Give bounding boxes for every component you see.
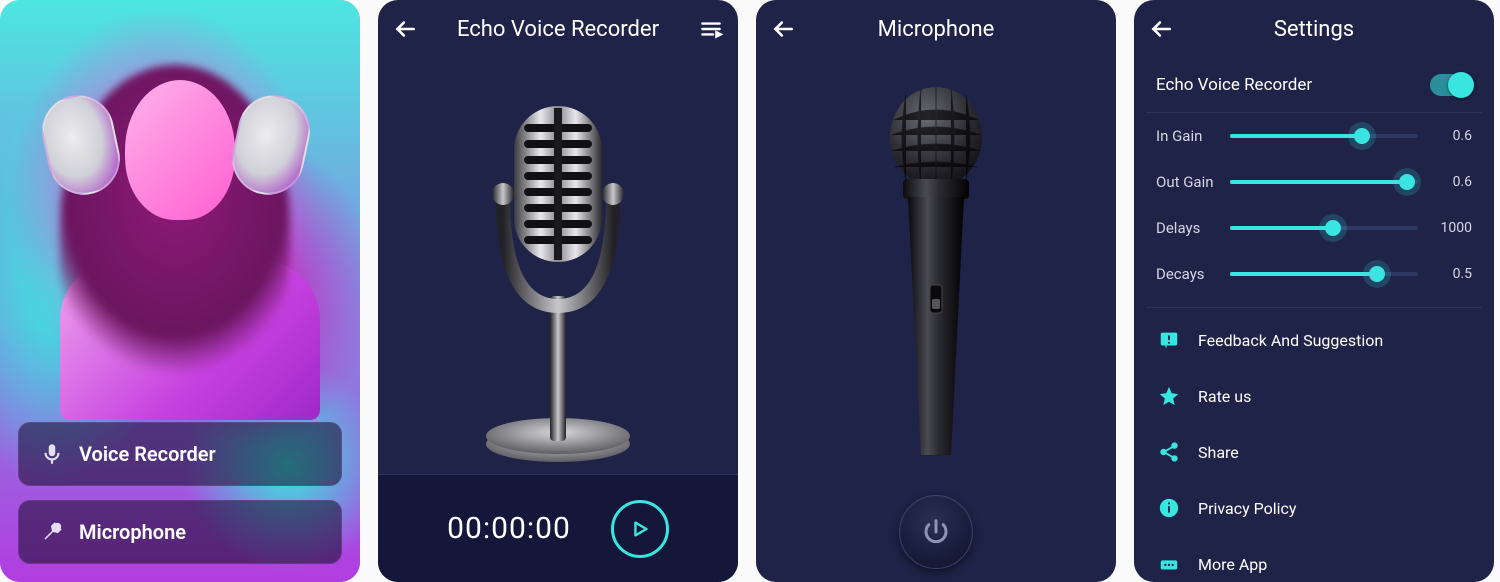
- menu-label: Share: [1198, 443, 1239, 462]
- slider-value: 0.6: [1430, 128, 1472, 144]
- menu-rate-us[interactable]: Rate us: [1146, 368, 1482, 424]
- menu-label: Feedback And Suggestion: [1198, 331, 1383, 350]
- slider-track[interactable]: [1230, 180, 1418, 184]
- dynamic-mic-illustration: [756, 58, 1116, 482]
- echo-app-name: Echo Voice Recorder: [1156, 75, 1312, 95]
- power-row: [756, 482, 1116, 582]
- back-icon[interactable]: [392, 16, 418, 42]
- slider-decays: Decays 0.5: [1146, 251, 1482, 297]
- menu-privacy-policy[interactable]: Privacy Policy: [1146, 480, 1482, 536]
- slider-out-gain: Out Gain 0.6: [1146, 159, 1482, 205]
- slider-track[interactable]: [1230, 272, 1418, 276]
- recorder-title: Echo Voice Recorder: [418, 17, 698, 42]
- mic-icon: [39, 441, 65, 467]
- slider-value: 0.6: [1430, 174, 1472, 190]
- slider-in-gain: In Gain 0.6: [1146, 113, 1482, 159]
- menu-more-app[interactable]: More App: [1146, 536, 1482, 582]
- menu-share[interactable]: Share: [1146, 424, 1482, 480]
- handheld-mic-icon: [39, 519, 65, 545]
- feedback-icon: [1158, 329, 1180, 351]
- share-icon: [1158, 441, 1180, 463]
- back-icon[interactable]: [770, 16, 796, 42]
- slider-label: In Gain: [1156, 127, 1218, 145]
- settings-title: Settings: [1174, 17, 1454, 42]
- microphone-appbar: Microphone: [756, 0, 1116, 58]
- hero-figure: [50, 10, 310, 390]
- slider-track[interactable]: [1230, 226, 1418, 230]
- more-icon: [1158, 553, 1180, 575]
- menu-label: Rate us: [1198, 387, 1251, 406]
- slider-label: Delays: [1156, 219, 1218, 237]
- info-icon: [1158, 497, 1180, 519]
- back-icon[interactable]: [1148, 16, 1174, 42]
- recorder-appbar: Echo Voice Recorder: [378, 0, 738, 58]
- echo-toggle[interactable]: [1430, 74, 1472, 96]
- voice-recorder-label: Voice Recorder: [79, 442, 216, 466]
- settings-appbar: Settings: [1134, 0, 1494, 58]
- slider-label: Decays: [1156, 265, 1218, 283]
- menu-feedback-and-suggestion[interactable]: Feedback And Suggestion: [1146, 312, 1482, 368]
- voice-recorder-button[interactable]: Voice Recorder: [18, 422, 342, 486]
- slider-track[interactable]: [1230, 134, 1418, 138]
- timer-display: 00:00:00: [447, 511, 571, 546]
- slider-value: 0.5: [1430, 266, 1472, 282]
- microphone-title: Microphone: [796, 17, 1076, 42]
- power-button[interactable]: [899, 495, 973, 569]
- menu-label: Privacy Policy: [1198, 499, 1297, 518]
- slider-delays: Delays 1000: [1146, 205, 1482, 251]
- settings-screen: Settings Echo Voice Recorder In Gain0.6O…: [1134, 0, 1494, 582]
- studio-mic-illustration: [378, 58, 738, 474]
- microphone-screen: Microphone: [756, 0, 1116, 582]
- slider-value: 1000: [1430, 220, 1472, 236]
- microphone-label: Microphone: [79, 520, 186, 544]
- microphone-button[interactable]: Microphone: [18, 500, 342, 564]
- echo-enable-row: Echo Voice Recorder: [1146, 58, 1482, 113]
- playlist-icon[interactable]: [698, 16, 724, 42]
- record-play-button[interactable]: [611, 500, 669, 558]
- menu-label: More App: [1198, 555, 1267, 574]
- recorder-footer: 00:00:00: [378, 474, 738, 582]
- slider-label: Out Gain: [1156, 173, 1218, 191]
- home-screen: Voice Recorder Microphone: [0, 0, 360, 582]
- star-icon: [1158, 385, 1180, 407]
- recorder-screen: Echo Voice Recorder: [378, 0, 738, 582]
